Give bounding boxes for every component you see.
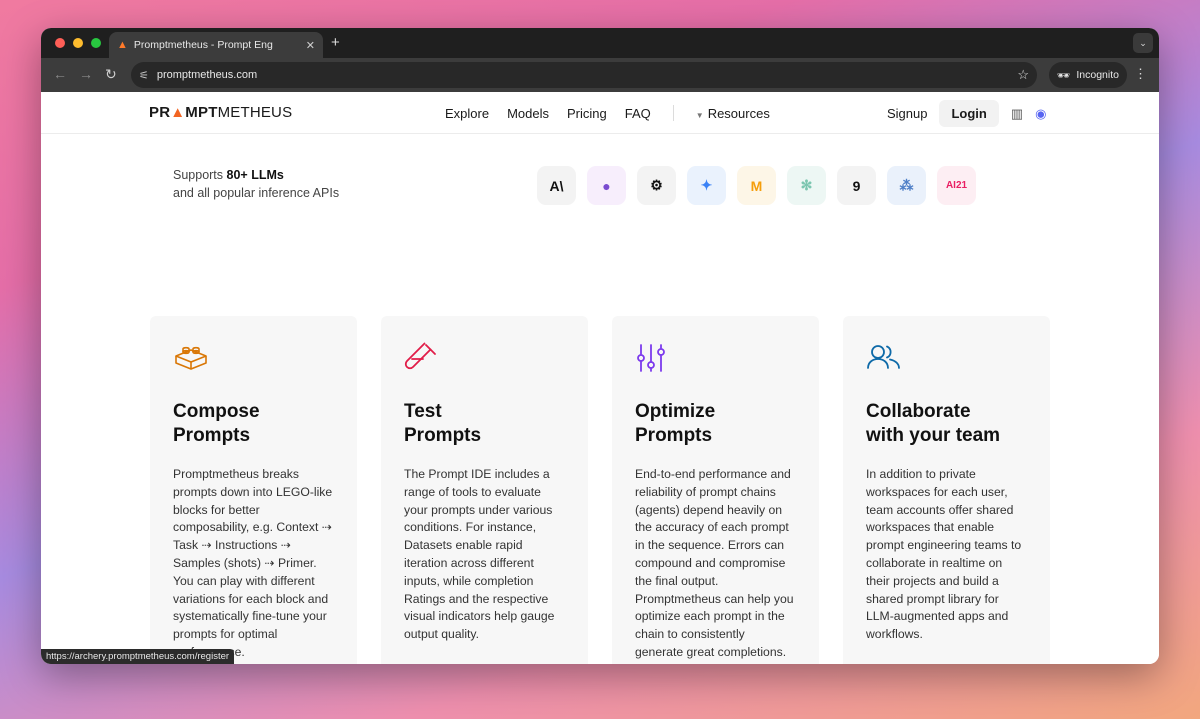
tab-search-button[interactable]: ⌄	[1133, 33, 1153, 53]
reload-icon[interactable]: ↻	[105, 66, 117, 83]
logo-text-pr: PR	[149, 104, 171, 121]
feature-card-title-line1: Compose	[173, 401, 260, 422]
feature-card-body: End-to-end performance and reliability o…	[635, 467, 794, 659]
openai-logo-icon: ⚙	[637, 166, 676, 205]
back-arrow-icon[interactable]: ←	[53, 66, 67, 82]
feature-card-title-line1: Optimize	[635, 401, 716, 422]
close-window-button[interactable]	[55, 38, 65, 48]
browser-tab[interactable]: ▲ Promptmetheus - Prompt Eng ✕	[109, 32, 323, 58]
tab-strip: ▲ Promptmetheus - Prompt Eng ✕ + ⌄	[41, 28, 1159, 58]
bookmark-star-icon[interactable]: ☆	[1017, 67, 1029, 83]
nav-resources[interactable]: ▼ Resources	[696, 106, 770, 121]
feature-card-title: Compose Prompts	[173, 400, 334, 448]
llm-logo-row: A\ ● ⚙ ✦ M ✻ 9 ⁂ AI21	[537, 166, 976, 205]
tab-title: Promptmetheus - Prompt Eng	[133, 39, 273, 51]
web-page: PR▲MPTMETHEUS Explore Models Pricing FAQ…	[41, 92, 1159, 664]
feature-cards: Compose Prompts Promptmetheus breaks promp…	[150, 316, 1050, 664]
flame-logo-icon: ▲	[170, 104, 186, 121]
feature-card-title-line1: Test	[404, 401, 442, 422]
nav-explore[interactable]: Explore	[445, 106, 489, 121]
auth-controls: Signup Login ▥ ◉	[887, 100, 1047, 127]
feature-card-body: The Prompt IDE includes a range of tools…	[404, 467, 555, 642]
feature-card: Optimize Prompts End-to-end performance an…	[612, 316, 819, 664]
perplexity-logo-icon: ✻	[787, 166, 826, 205]
ai21-logo-icon: AI21	[937, 166, 976, 205]
promptmetheus-logo[interactable]: PR▲MPTMETHEUS	[149, 104, 292, 121]
incognito-indicator[interactable]: 🕶 Incognito	[1049, 62, 1127, 88]
discord-icon[interactable]: ◉	[1035, 106, 1046, 122]
lego-brick-icon	[173, 342, 334, 374]
gemini-logo-icon: ✦	[687, 166, 726, 205]
maximize-window-button[interactable]	[91, 38, 101, 48]
address-bar[interactable]: ⚟ promptmetheus.com ☆	[131, 62, 1037, 88]
supports-prefix: Supports	[173, 168, 227, 182]
nav-divider	[672, 105, 674, 121]
browser-menu-icon[interactable]: ⋮	[1134, 66, 1147, 82]
deepinfra-logo-icon: 9	[837, 166, 876, 205]
cohere-logo-icon: ●	[587, 166, 626, 205]
tab-close-icon[interactable]: ✕	[306, 39, 315, 52]
login-button[interactable]: Login	[939, 100, 999, 127]
feature-card: Compose Prompts Promptmetheus breaks promp…	[150, 316, 357, 664]
supports-text: Supports 80+ LLMs and all popular infere…	[173, 166, 339, 202]
logo-text-mpt: MPT	[185, 104, 218, 121]
feature-card-title-line1: Collaborate	[866, 401, 971, 422]
site-header: PR▲MPTMETHEUS Explore Models Pricing FAQ…	[41, 92, 1159, 134]
nav-pricing[interactable]: Pricing	[567, 106, 607, 121]
feature-card-title-line2: Prompts	[173, 425, 251, 446]
feature-card: Collaborate with your team In addition to …	[843, 316, 1050, 664]
feature-card-title-line2: Prompts	[404, 425, 482, 446]
incognito-icon: 🕶	[1057, 69, 1071, 82]
caret-down-icon: ▼	[695, 110, 704, 120]
minimize-window-button[interactable]	[73, 38, 83, 48]
nav-models[interactable]: Models	[507, 106, 549, 121]
main-nav: Explore Models Pricing FAQ ▼ Resources	[445, 105, 770, 121]
logo-text-metheus: METHEUS	[217, 104, 293, 121]
browser-toolbar: ← → ↻ ⚟ promptmetheus.com ☆ 🕶 Incognito …	[41, 58, 1159, 92]
flame-favicon-icon: ▲	[117, 39, 128, 51]
feature-card: Test Prompts The Prompt IDE includes a ran…	[381, 316, 588, 664]
docs-book-icon[interactable]: ▥	[1011, 106, 1023, 122]
status-bar-url: https://archery.promptmetheus.com/regist…	[41, 649, 235, 664]
window-controls	[55, 38, 101, 48]
nav-faq[interactable]: FAQ	[625, 106, 651, 121]
supports-highlight: 80+ LLMs	[226, 168, 284, 182]
nav-resources-label: Resources	[707, 105, 770, 121]
forward-arrow-icon[interactable]: →	[79, 66, 93, 82]
feature-card-body: Promptmetheus breaks prompts down into L…	[173, 467, 333, 659]
feature-card-title-line2: with your team	[866, 425, 1001, 446]
feature-card-body: In addition to private workspaces for ea…	[866, 467, 1022, 642]
site-settings-icon[interactable]: ⚟	[139, 69, 149, 82]
mistral-logo-icon: M	[737, 166, 776, 205]
sliders-icon	[635, 342, 796, 374]
feature-card-title-line2: Prompts	[635, 425, 713, 446]
supports-line2: and all popular inference APIs	[173, 186, 340, 200]
anthropic-logo-icon: A\	[537, 166, 576, 205]
signup-link[interactable]: Signup	[887, 106, 927, 121]
browser-window: ▲ Promptmetheus - Prompt Eng ✕ + ⌄ ← → ↻…	[41, 28, 1159, 664]
new-tab-button[interactable]: +	[331, 34, 340, 51]
url-text[interactable]: promptmetheus.com	[157, 69, 1009, 81]
feature-card-title: Test Prompts	[404, 400, 565, 448]
feature-card-title: Collaborate with your team	[866, 400, 1027, 448]
groq-logo-icon: ⁂	[887, 166, 926, 205]
incognito-label: Incognito	[1076, 69, 1119, 81]
team-users-icon	[866, 342, 1027, 374]
feature-card-title: Optimize Prompts	[635, 400, 796, 448]
test-tube-icon	[404, 342, 565, 374]
